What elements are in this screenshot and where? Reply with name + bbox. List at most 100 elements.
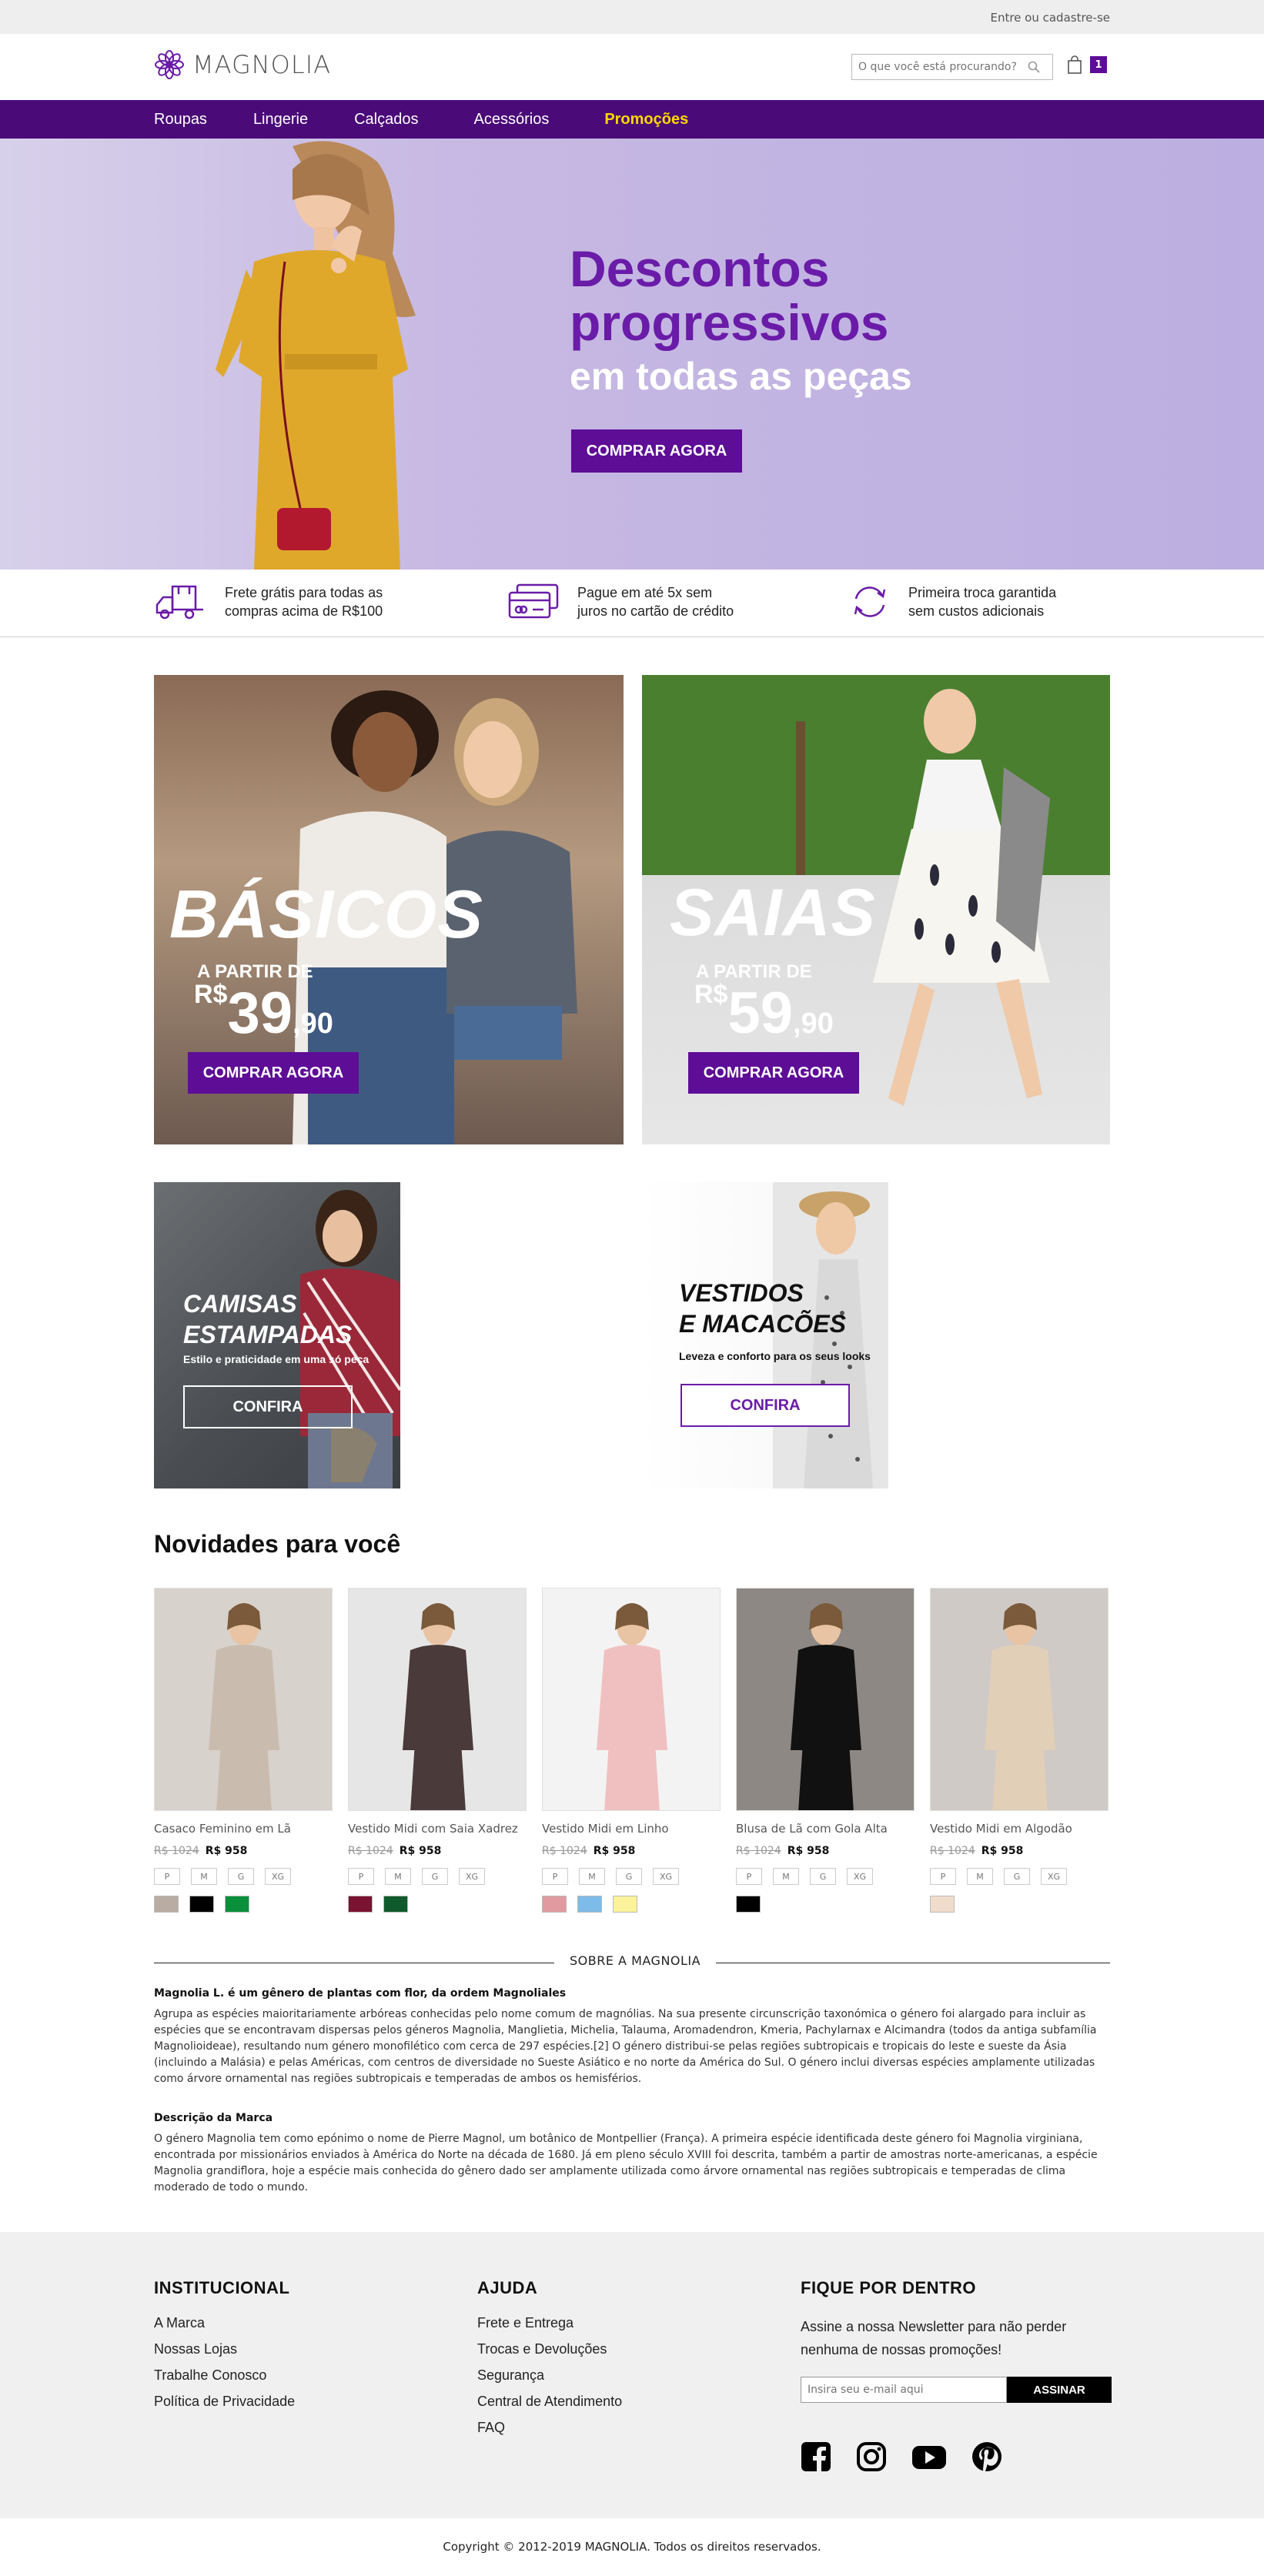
- promo-tile-saias[interactable]: SAIAS A PARTIR DE R$59,90 COMPRAR AGORA: [642, 675, 1110, 1144]
- footer-link-faq[interactable]: FAQ: [477, 2420, 622, 2436]
- color-swatch[interactable]: [189, 1896, 214, 1913]
- size-option[interactable]: XG: [653, 1868, 679, 1885]
- product-name[interactable]: Vestido Midi em Algodão: [930, 1822, 1109, 1836]
- footer-link-a-marca[interactable]: A Marca: [154, 2315, 295, 2331]
- product-card[interactable]: Blusa de Lã com Gola Alta R$ 1024 R$ 958 P M…: [736, 1588, 915, 1913]
- product-colors: [930, 1896, 1109, 1913]
- size-option[interactable]: XG: [847, 1868, 873, 1885]
- promo-tile-vestidos[interactable]: VESTIDOS E MACACÕES Leveza e conforto par…: [642, 1182, 888, 1488]
- nav-item-lingerie[interactable]: Lingerie: [253, 111, 308, 129]
- size-option[interactable]: M: [385, 1868, 411, 1885]
- product-image[interactable]: [930, 1588, 1109, 1811]
- size-option[interactable]: G: [1004, 1868, 1030, 1885]
- size-option[interactable]: P: [542, 1868, 568, 1885]
- hero-model-image: [216, 141, 416, 570]
- product-name[interactable]: Vestido Midi em Linho: [542, 1822, 721, 1836]
- size-option[interactable]: XG: [1041, 1868, 1067, 1885]
- shopping-bag-icon[interactable]: [1067, 55, 1082, 74]
- nav-item-promocoes[interactable]: Promoções: [604, 111, 688, 129]
- search-icon[interactable]: [1028, 61, 1040, 73]
- product-card[interactable]: Vestido Midi com Saia Xadrez R$ 1024 R$ 95…: [348, 1588, 527, 1913]
- product-card[interactable]: Vestido Midi em Linho R$ 1024 R$ 958 P M G XG: [542, 1588, 721, 1913]
- color-swatch[interactable]: [736, 1896, 761, 1913]
- color-swatch[interactable]: [348, 1896, 373, 1913]
- color-swatch[interactable]: [542, 1896, 567, 1913]
- footer-link-nossas-lojas[interactable]: Nossas Lojas: [154, 2341, 295, 2357]
- cart[interactable]: 1: [1067, 55, 1107, 74]
- facebook-icon[interactable]: [801, 2441, 831, 2472]
- social-links: [801, 2441, 1124, 2472]
- product-card[interactable]: Vestido Midi em Algodão R$ 1024 R$ 958 P M G X…: [930, 1588, 1109, 1913]
- saias-title: SAIAS: [670, 876, 876, 950]
- header: MAGNOLIA 1: [0, 34, 1264, 100]
- hero-title: Descontos progressivos: [570, 240, 889, 351]
- size-option[interactable]: P: [348, 1868, 374, 1885]
- product-sizes: P M G XG: [736, 1868, 915, 1885]
- footer: INSTITUCIONAL A Marca Nossas Lojas Traba…: [0, 2232, 1264, 2518]
- size-option[interactable]: M: [773, 1868, 799, 1885]
- footer-link-privacidade[interactable]: Política de Privacidade: [154, 2394, 295, 2410]
- size-option[interactable]: M: [579, 1868, 605, 1885]
- nav-item-roupas[interactable]: Roupas: [154, 111, 207, 129]
- product-colors: [348, 1896, 527, 1913]
- size-option[interactable]: P: [736, 1868, 762, 1885]
- vestidos-confira-button[interactable]: CONFIRA: [680, 1384, 850, 1427]
- vestidos-subtitle: Leveza e conforto para os seus looks: [679, 1350, 871, 1362]
- size-option[interactable]: G: [616, 1868, 642, 1885]
- hero-buy-now-button[interactable]: COMPRAR AGORA: [571, 429, 742, 473]
- product-image[interactable]: [154, 1588, 333, 1811]
- nav-item-calcados[interactable]: Calçados: [354, 111, 418, 129]
- color-swatch[interactable]: [613, 1896, 637, 1913]
- newsletter-email-input[interactable]: [801, 2377, 1007, 2403]
- color-swatch[interactable]: [154, 1896, 179, 1913]
- footer-link-trocas[interactable]: Trocas e Devoluções: [477, 2341, 622, 2357]
- size-option[interactable]: M: [967, 1868, 993, 1885]
- product-name[interactable]: Vestido Midi com Saia Xadrez: [348, 1822, 527, 1836]
- about-heading-2: Descrição da Marca: [154, 2112, 273, 2124]
- size-option[interactable]: XG: [265, 1868, 291, 1885]
- product-image[interactable]: [348, 1588, 527, 1811]
- product-name[interactable]: Casaco Feminino em Lã: [154, 1822, 333, 1836]
- footer-link-trabalhe-conosco[interactable]: Trabalhe Conosco: [154, 2367, 295, 2384]
- product-card[interactable]: Casaco Feminino em Lã R$ 1024 R$ 958 P M G XG: [154, 1588, 333, 1913]
- footer-link-frete[interactable]: Frete e Entrega: [477, 2315, 622, 2331]
- footer-institucional: INSTITUCIONAL A Marca Nossas Lojas Traba…: [154, 2278, 295, 2420]
- size-option[interactable]: G: [228, 1868, 254, 1885]
- footer-link-seguranca[interactable]: Segurança: [477, 2367, 622, 2384]
- color-swatch[interactable]: [383, 1896, 408, 1913]
- instagram-icon[interactable]: [856, 2441, 887, 2472]
- newsletter-subscribe-button[interactable]: ASSINAR: [1007, 2377, 1112, 2403]
- footer-link-atendimento[interactable]: Central de Atendimento: [477, 2394, 622, 2410]
- newsletter-text: Assine a nossa Newsletter para não perde…: [801, 2319, 1067, 2357]
- newsletter-form: ASSINAR: [801, 2377, 1124, 2403]
- size-option[interactable]: M: [191, 1868, 217, 1885]
- color-swatch[interactable]: [225, 1896, 249, 1913]
- color-swatch[interactable]: [577, 1896, 602, 1913]
- size-option[interactable]: G: [810, 1868, 836, 1885]
- search-input[interactable]: [858, 61, 1028, 73]
- about-heading-1: Magnolia L. é um gênero de plantas com f…: [154, 1987, 567, 2000]
- product-image[interactable]: [542, 1588, 721, 1811]
- basicos-buy-button[interactable]: COMPRAR AGORA: [188, 1052, 359, 1094]
- hero-banner[interactable]: Descontos progressivos em todas as peças …: [0, 139, 1264, 570]
- size-option[interactable]: XG: [459, 1868, 485, 1885]
- size-option[interactable]: P: [930, 1868, 956, 1885]
- product-name[interactable]: Blusa de Lã com Gola Alta: [736, 1822, 915, 1836]
- hero-subtitle: em todas as peças: [570, 355, 912, 398]
- camisas-confira-button[interactable]: CONFIRA: [183, 1385, 353, 1428]
- nav-item-acessorios[interactable]: Acessórios: [474, 111, 550, 129]
- promo-tile-camisas[interactable]: CAMISAS ESTAMPADAS Estilo e praticidade e…: [154, 1182, 400, 1488]
- product-image[interactable]: [736, 1588, 915, 1811]
- logo[interactable]: MAGNOLIA: [154, 49, 331, 80]
- product-photo: [985, 1603, 1055, 1810]
- promo-tile-basicos[interactable]: BÁSICOS A PARTIR DE R$39,90 COMPRAR AGOR…: [154, 675, 624, 1144]
- color-swatch[interactable]: [930, 1896, 955, 1913]
- size-option[interactable]: G: [422, 1868, 448, 1885]
- size-option[interactable]: P: [154, 1868, 180, 1885]
- youtube-icon[interactable]: [911, 2441, 947, 2472]
- pinterest-icon[interactable]: [971, 2441, 1002, 2472]
- saias-buy-button[interactable]: COMPRAR AGORA: [688, 1052, 859, 1094]
- product-price: R$ 958: [981, 1845, 1024, 1857]
- about-section-label: SOBRE A MAGNOLIA: [554, 1953, 717, 1968]
- login-link[interactable]: Entre ou cadastre-se: [990, 11, 1110, 25]
